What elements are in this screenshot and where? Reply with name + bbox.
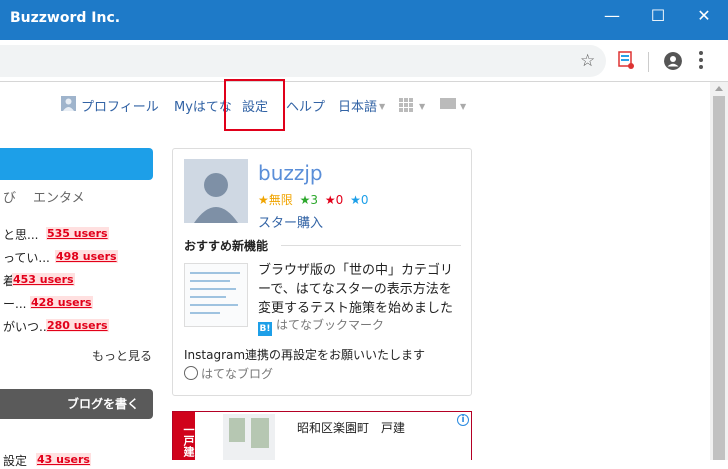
article-source: B! はてなブックマーク bbox=[258, 316, 384, 336]
ad-floorplan-image bbox=[223, 414, 275, 460]
article-thumbnail[interactable] bbox=[184, 263, 248, 327]
profile-avatar-icon bbox=[61, 96, 76, 111]
language-caret-icon[interactable]: ▼ bbox=[379, 102, 385, 111]
nav-profile[interactable]: プロフィール bbox=[81, 96, 159, 115]
maximize-button[interactable]: ☐ bbox=[635, 0, 681, 32]
entry-title[interactable]: と思... bbox=[3, 226, 38, 243]
nav-help[interactable]: ヘルプ bbox=[286, 96, 325, 115]
users-badge[interactable]: 453 users bbox=[12, 273, 75, 286]
heading-divider bbox=[281, 245, 461, 246]
buy-stars-link[interactable]: スター購入 bbox=[258, 212, 323, 231]
nav-language[interactable]: 日本語 bbox=[338, 96, 377, 115]
notice-source-label: はてなブログ bbox=[201, 367, 274, 381]
hatena-bookmark-icon: B! bbox=[258, 322, 272, 336]
write-blog-button[interactable]: ブログを書く bbox=[0, 389, 153, 419]
address-bar[interactable] bbox=[0, 45, 606, 77]
advertisement[interactable]: 一戸建 昭和区楽園町 戸建 i bbox=[172, 411, 472, 460]
hatena-blog-icon bbox=[184, 366, 198, 380]
comment-caret-icon[interactable]: ▼ bbox=[460, 102, 466, 111]
users-badge[interactable]: 280 users bbox=[46, 319, 109, 332]
ad-info-icon[interactable]: i bbox=[457, 414, 469, 426]
notification-comment-icon[interactable] bbox=[440, 98, 456, 109]
category-tab[interactable]: び bbox=[3, 187, 16, 206]
notice-source: はてなブログ bbox=[184, 365, 273, 382]
scroll-up-arrow-icon[interactable] bbox=[715, 86, 723, 91]
yellow-star-count: ★無限 bbox=[258, 193, 293, 207]
hatena-navbar: プロフィール Myはてな 設定 ヘルプ 日本語 ▼ ▼ ▼ bbox=[0, 82, 710, 128]
profile-avatar[interactable] bbox=[184, 159, 248, 223]
window-title: Buzzword Inc. bbox=[10, 10, 121, 26]
browser-menu-icon[interactable] bbox=[699, 51, 703, 72]
window-titlebar: Buzzword Inc. — ☐ ✕ bbox=[0, 0, 728, 40]
ad-red-label: 一戸建 bbox=[173, 412, 195, 460]
article-source-label: はてなブックマーク bbox=[276, 318, 385, 332]
entry-title[interactable]: 設定 bbox=[3, 452, 27, 469]
account-icon[interactable] bbox=[664, 52, 682, 70]
green-star-count: ★3 bbox=[299, 193, 318, 207]
profile-card: buzzjp ★無限 ★3 ★0 ★0 スター購入 おすすめ新機能 ブラウザ版の… bbox=[172, 148, 472, 396]
users-badge[interactable]: 535 users bbox=[46, 227, 109, 240]
close-button[interactable]: ✕ bbox=[681, 0, 727, 32]
apps-grid-icon[interactable] bbox=[399, 98, 413, 112]
category-tab-entertainment[interactable]: エンタメ bbox=[33, 187, 85, 206]
entry-title[interactable]: ー... bbox=[3, 295, 26, 312]
more-link[interactable]: もっと見る bbox=[92, 347, 152, 364]
users-badge[interactable]: 428 users bbox=[30, 296, 93, 309]
users-badge[interactable]: 498 users bbox=[55, 250, 118, 263]
recommended-heading: おすすめ新機能 bbox=[184, 239, 269, 253]
minimize-button[interactable]: — bbox=[589, 0, 635, 32]
toolbar-divider bbox=[648, 52, 649, 72]
entry-title[interactable]: ってい... bbox=[3, 249, 50, 266]
article-link[interactable]: ブラウザ版の「世の中」カテゴリーで、はてなスターの表示方法を変更するテスト施策を… bbox=[258, 261, 463, 318]
red-star-count: ★0 bbox=[324, 193, 344, 207]
browser-toolbar: ☆ bbox=[0, 40, 728, 82]
extension-icon[interactable] bbox=[617, 50, 635, 70]
notice-link[interactable]: Instagram連携の再設定をお願いいたします bbox=[184, 346, 425, 363]
apps-caret-icon[interactable]: ▼ bbox=[419, 102, 425, 111]
star-icon[interactable]: ☆ bbox=[580, 51, 595, 71]
page-scrollbar[interactable] bbox=[710, 82, 728, 460]
scroll-thumb[interactable] bbox=[713, 96, 725, 460]
username-link[interactable]: buzzjp bbox=[258, 161, 323, 185]
search-bar-strip[interactable] bbox=[0, 148, 153, 180]
settings-highlight-annotation bbox=[224, 79, 285, 131]
star-counts: ★無限 ★3 ★0 ★0 bbox=[258, 191, 368, 208]
entry-title[interactable]: がいつ... bbox=[3, 318, 50, 335]
ad-text: 昭和区楽園町 戸建 bbox=[297, 421, 406, 435]
blue-star-count: ★0 bbox=[350, 193, 369, 207]
